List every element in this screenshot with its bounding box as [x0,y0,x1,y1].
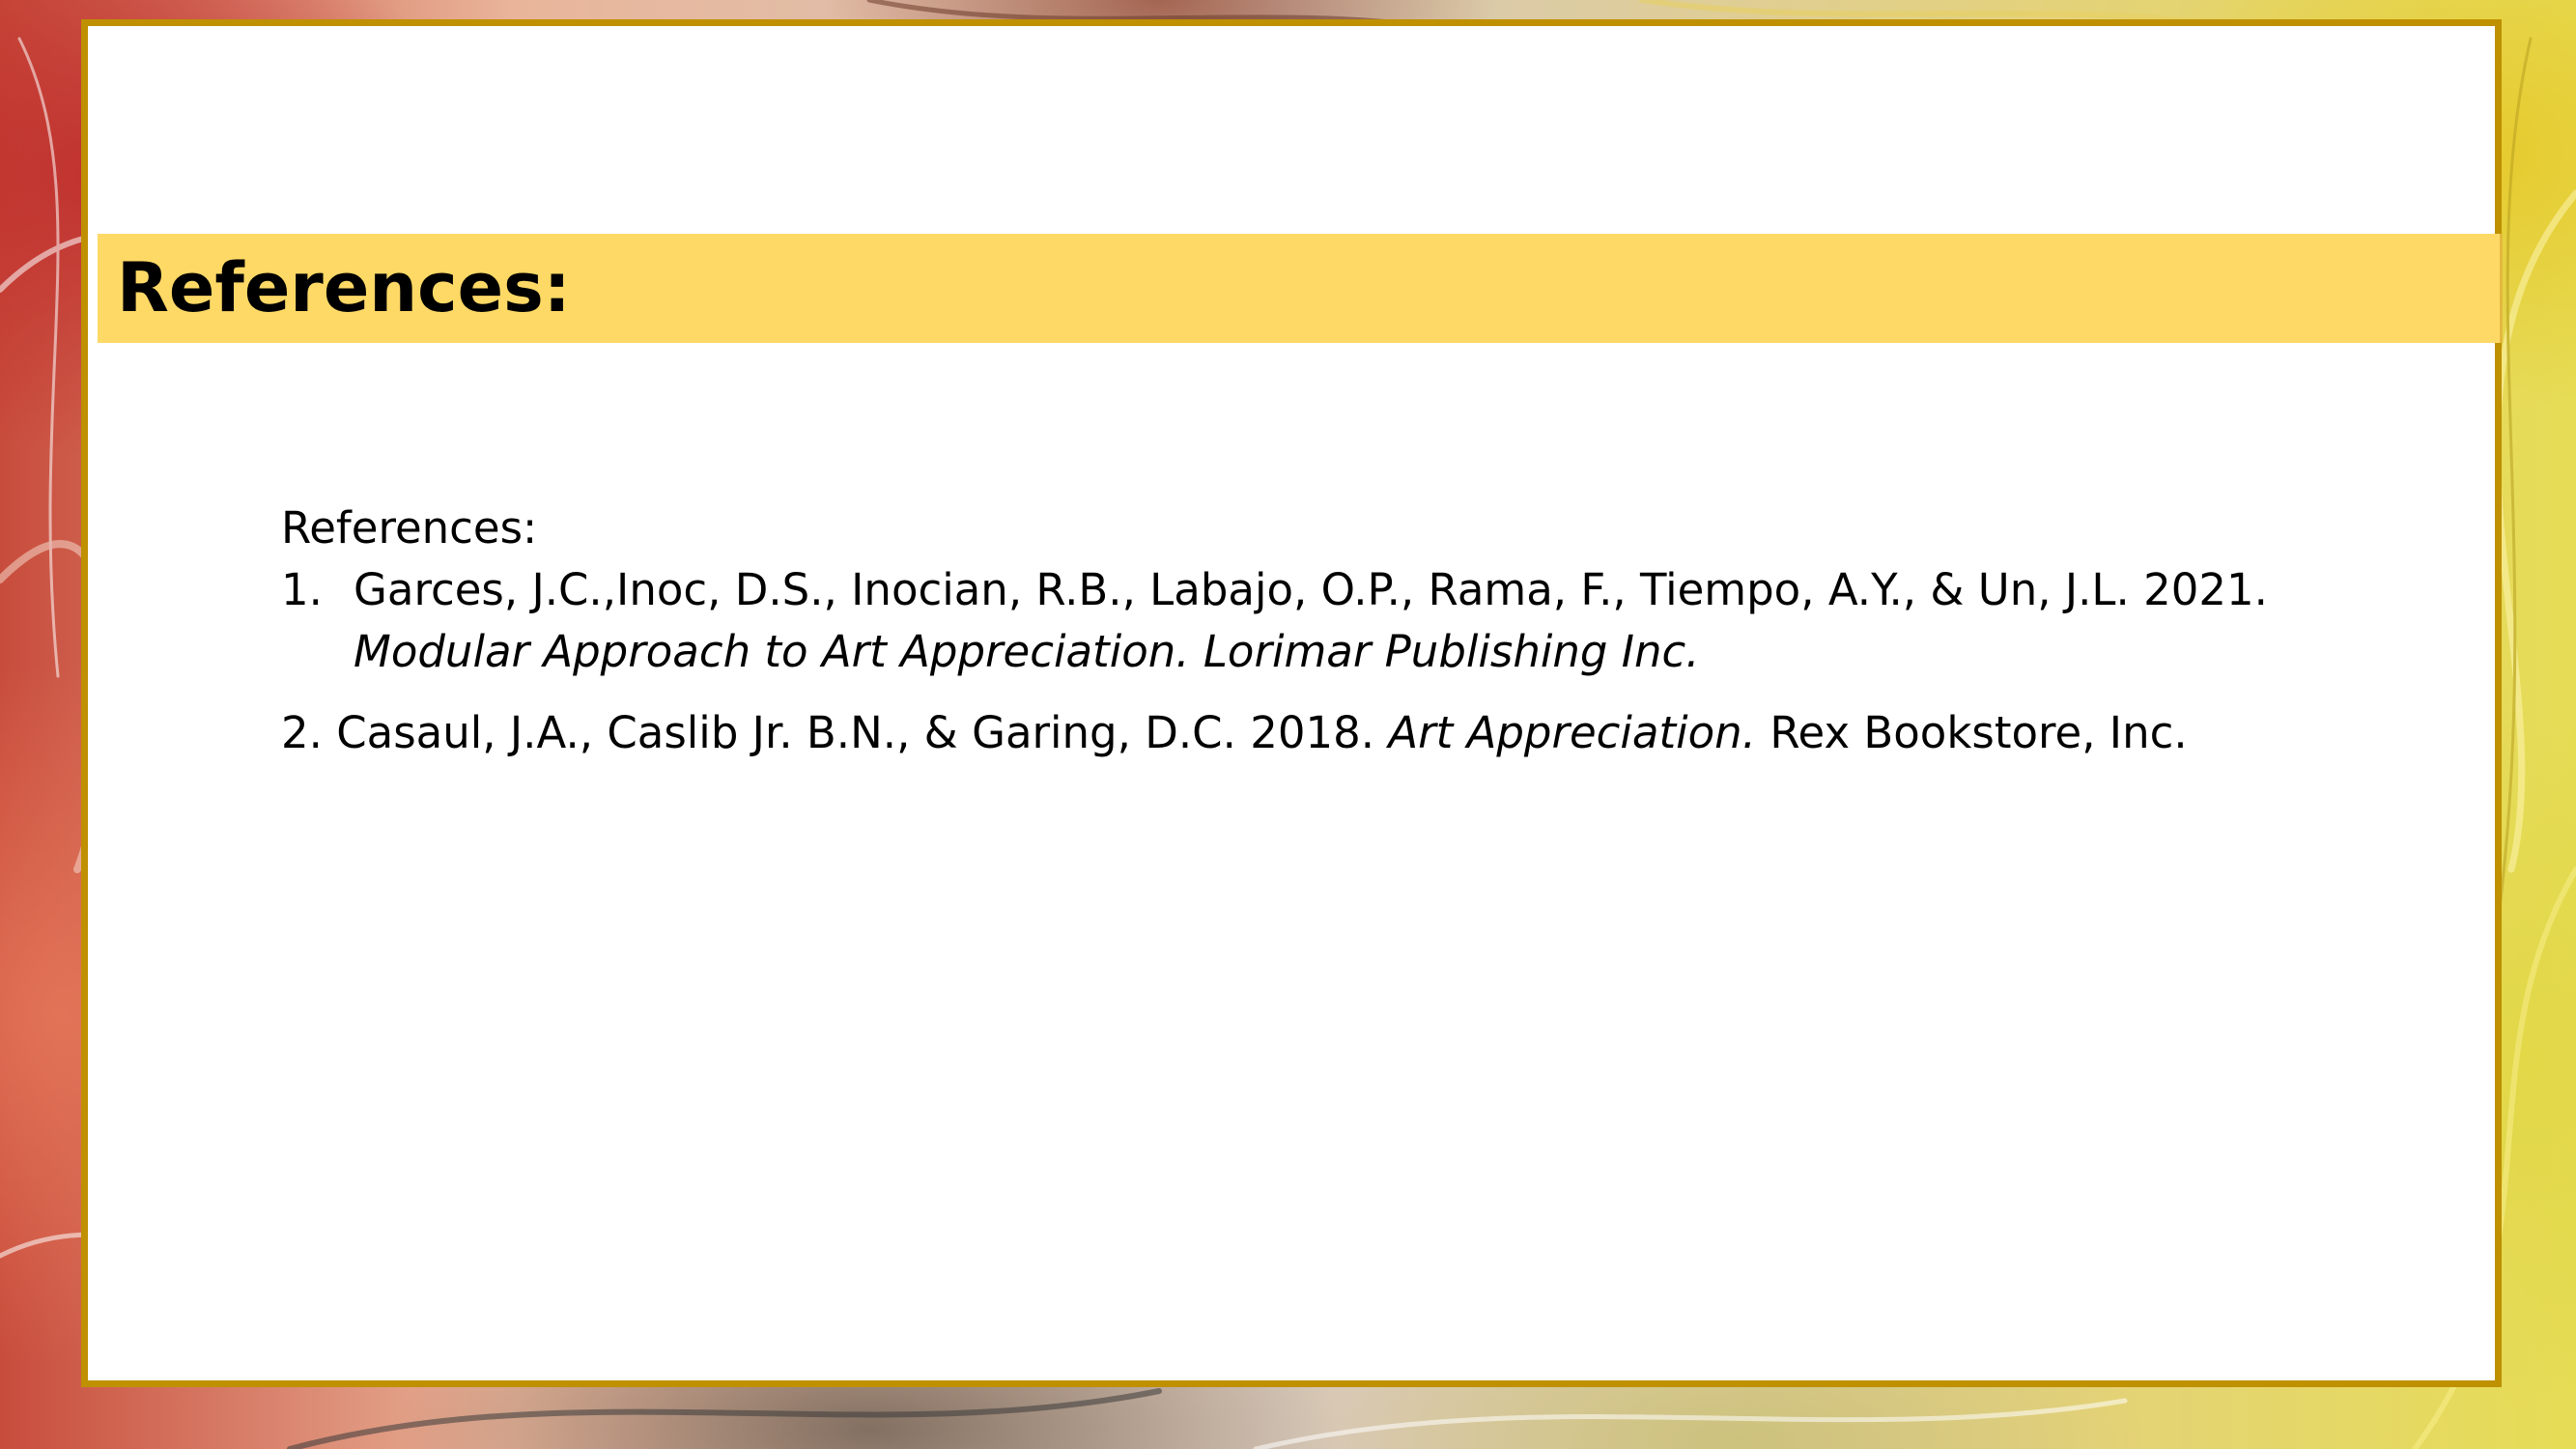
slide-title: References: [117,248,571,327]
slide-card: References: References: 1. Garces, J.C.,… [81,19,2503,1387]
reference-2-authors: 2. Casaul, J.A., Caslib Jr. B.N., & Gari… [281,707,1375,758]
references-heading: References: [281,502,538,554]
reference-item-2: 2. Casaul, J.A., Caslib Jr. B.N., & Gari… [281,702,2454,764]
reference-number-1: 1. [281,564,323,615]
reference-item-1: 1. Garces, J.C.,Inoc, D.S., Inocian, R.B… [281,559,2454,683]
reference-1-authors: Garces, J.C.,Inoc, D.S., Inocian, R.B., … [354,564,2268,615]
reference-2-publisher: Rex Bookstore, Inc. [1769,707,2188,758]
reference-2-title: Art Appreciation. [1388,707,1756,758]
reference-1-title-publisher: Modular Approach to Art Appreciation. Lo… [354,626,1700,677]
title-band: References: [98,234,2503,343]
references-body: References: 1. Garces, J.C.,Inoc, D.S., … [281,497,2454,764]
